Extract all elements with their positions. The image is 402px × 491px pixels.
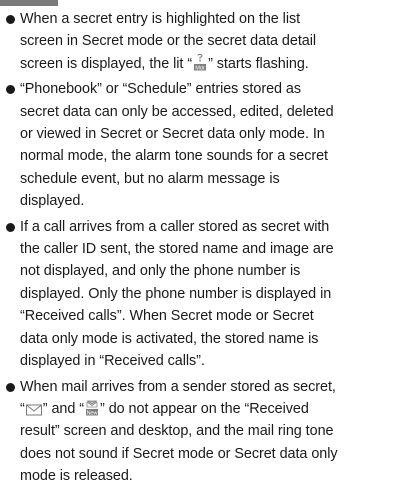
note-line: mode is released. xyxy=(20,468,133,485)
bullet-icon xyxy=(6,15,15,24)
note-line: screen is displayed, the lit “ Mdr ” sta… xyxy=(20,53,400,75)
note-line: not displayed, and only the phone number… xyxy=(20,263,301,280)
note-line: schedule event, but no alarm message is xyxy=(20,170,280,187)
note-line: When mail arrives from a sender stored a… xyxy=(20,378,336,395)
secret-key-icon: Mdr xyxy=(194,53,207,71)
note-line: screen in Secret mode or the secret data… xyxy=(20,33,317,50)
note-line: secret data can only be accessed, edited… xyxy=(20,103,334,120)
note-line: displayed in “Received calls”. xyxy=(20,353,205,370)
note-line: data only mode is activated, the stored … xyxy=(20,330,319,347)
note-line: “Received calls”. When Secret mode or Se… xyxy=(20,308,314,325)
note-line: result” screen and desktop, and the mail… xyxy=(20,423,334,440)
note-line: displayed. Only the phone number is disp… xyxy=(20,285,332,302)
bullet-icon xyxy=(6,85,15,95)
bullet-icon xyxy=(6,222,15,232)
bullet-icon xyxy=(6,382,15,392)
note-text: screen is displayed, the lit “ xyxy=(20,55,193,72)
note-line: When a secret entry is highlighted on th… xyxy=(20,11,301,27)
note-line: “Phonebook” or “Schedule” entries stored… xyxy=(20,81,302,98)
envelope-icon xyxy=(25,404,42,416)
note-text: “ xyxy=(20,400,25,417)
note-item: When mail arrives from a sender stored a… xyxy=(6,376,400,488)
notes-list: When a secret entry is highlighted on th… xyxy=(6,8,400,491)
svg-text:New: New xyxy=(87,410,98,416)
note-line: or viewed in Secret or Secret data only … xyxy=(20,126,325,143)
note-item: If a call arrives from a caller stored a… xyxy=(6,216,400,373)
note-item: When a secret entry is highlighted on th… xyxy=(6,8,400,75)
note-line: “ ” and “ New ” do not appear on the “Re… xyxy=(20,398,400,420)
note-line: normal mode, the alarm tone sounds for a… xyxy=(20,148,329,165)
note-line: the caller ID sent, the stored name and … xyxy=(20,241,334,258)
note-line: displayed. xyxy=(20,193,85,210)
note-text: ” do not appear on the “Received xyxy=(100,400,309,417)
note-line: does not sound if Secret mode or Secret … xyxy=(20,445,338,462)
note-text: ” and “ xyxy=(42,400,84,417)
svg-text:Mdr: Mdr xyxy=(195,65,205,71)
note-item: “Phonebook” or “Schedule” entries stored… xyxy=(6,78,400,212)
note-line: If a call arrives from a caller stored a… xyxy=(20,218,330,235)
new-mail-icon: New xyxy=(86,400,98,416)
section-tab-marker xyxy=(0,0,58,6)
note-text: ” starts flashing. xyxy=(208,55,309,72)
